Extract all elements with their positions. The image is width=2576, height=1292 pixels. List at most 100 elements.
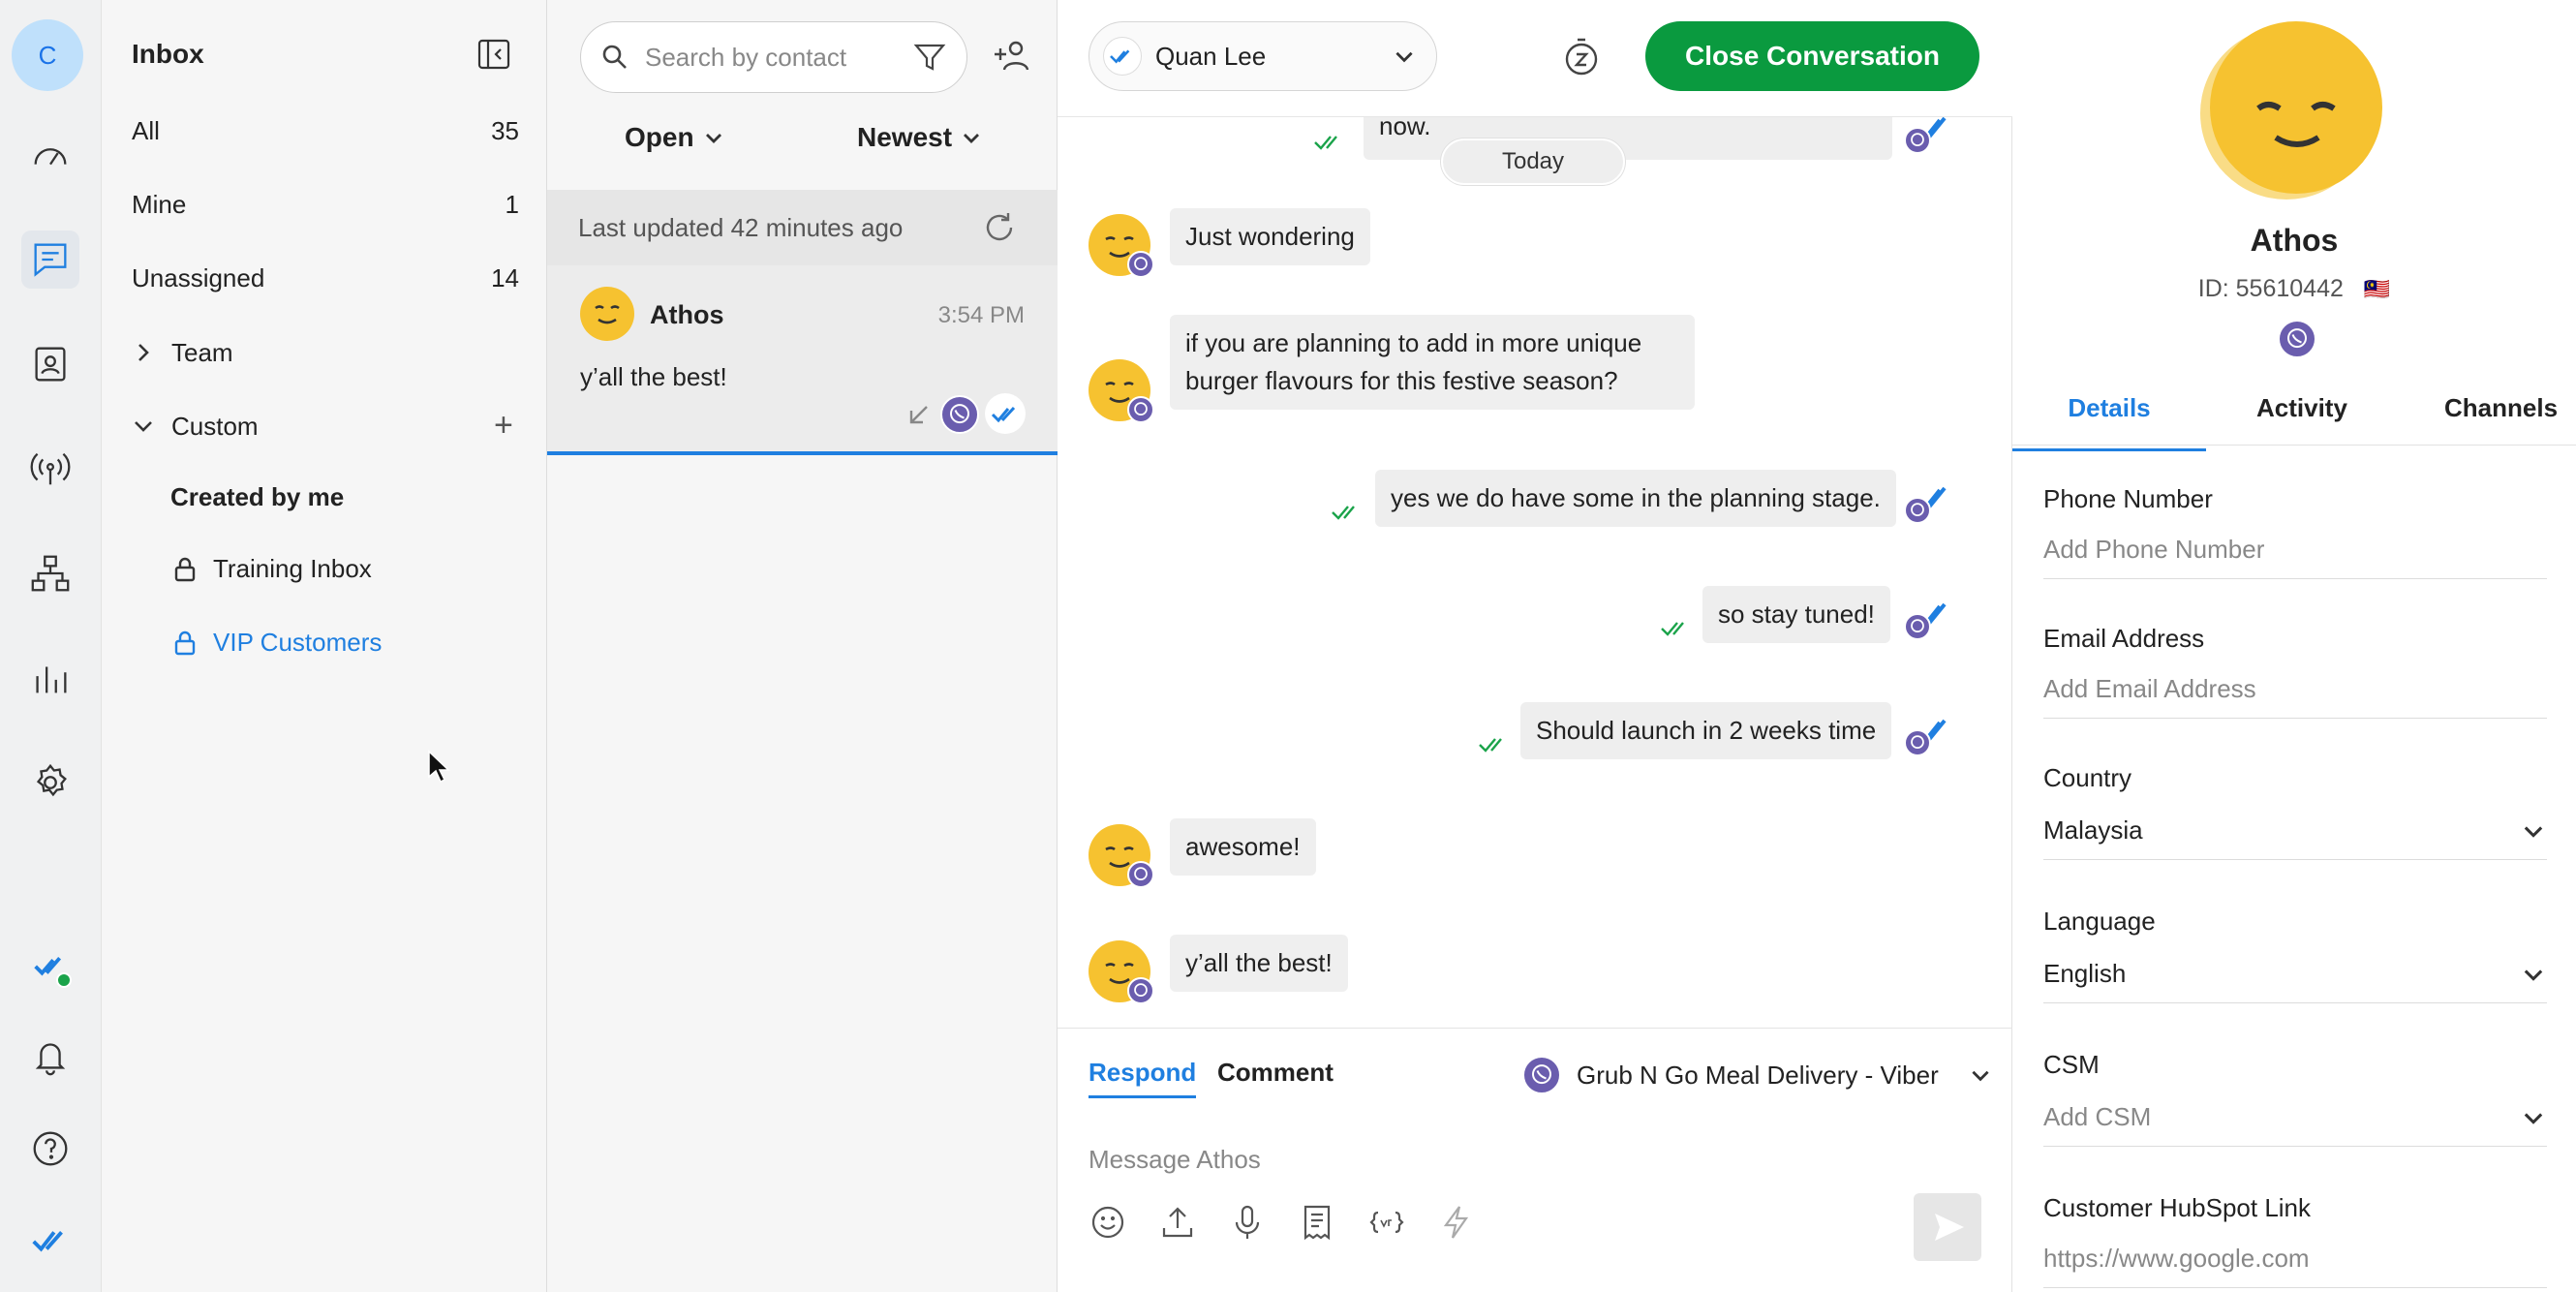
hubspot-field[interactable]: https://www.google.com xyxy=(2043,1244,2547,1288)
tab-channels[interactable]: Channels xyxy=(2444,393,2558,423)
custom-item-created-by-me[interactable]: Created by me xyxy=(170,482,344,512)
tab-comment[interactable]: Comment xyxy=(1217,1058,1334,1088)
inbox-item-all[interactable]: All 35 xyxy=(132,102,519,160)
send-button[interactable] xyxy=(1914,1193,1981,1261)
inbox-item-mine[interactable]: Mine 1 xyxy=(132,175,519,233)
reports-icon[interactable] xyxy=(21,649,79,707)
emoji-icon[interactable] xyxy=(1089,1203,1127,1242)
viber-icon xyxy=(1904,613,1931,640)
custom-item-training-inbox[interactable]: Training Inbox xyxy=(170,554,372,584)
chevron-down-icon xyxy=(135,421,152,432)
message-text: awesome! xyxy=(1185,832,1301,861)
sort-label: Newest xyxy=(857,122,953,152)
agent-avatar xyxy=(1103,37,1142,76)
tab-respond[interactable]: Respond xyxy=(1089,1058,1197,1098)
tab-details[interactable]: Details xyxy=(2012,393,2206,451)
microphone-icon[interactable] xyxy=(1228,1203,1267,1242)
viber-icon[interactable] xyxy=(2278,320,2316,358)
phone-field[interactable]: Add Phone Number xyxy=(2043,535,2547,579)
conversation-item[interactable]: Athos 3:54 PM y’all the best! xyxy=(547,265,1058,455)
contact-avatar xyxy=(1089,940,1154,1004)
filter-icon[interactable] xyxy=(912,40,947,75)
brand-logo-icon xyxy=(21,1211,79,1269)
viber-icon xyxy=(940,395,979,434)
inbox-panel: Inbox All 35 Mine 1 Unassigned 14 Team C… xyxy=(102,0,547,1292)
status-icon[interactable] xyxy=(21,936,79,994)
viber-icon xyxy=(1904,127,1931,154)
status-filter-dropdown[interactable]: Open xyxy=(625,122,725,153)
message-text: Just wondering xyxy=(1185,222,1355,251)
tab-activity[interactable]: Activity xyxy=(2256,393,2347,423)
last-updated-text: Last updated 42 minutes ago xyxy=(578,212,904,242)
csm-select[interactable]: Add CSM xyxy=(2043,1102,2547,1147)
chat-panel: Quan Lee Close Conversation now. Today J… xyxy=(1058,0,2012,1292)
contacts-icon[interactable] xyxy=(21,335,79,393)
custom-label: Custom xyxy=(171,411,259,441)
language-select[interactable]: English xyxy=(2043,959,2547,1003)
hubspot-label: Customer HubSpot Link xyxy=(2043,1193,2312,1222)
help-icon[interactable] xyxy=(21,1120,79,1178)
inbox-item-unassigned[interactable]: Unassigned 14 xyxy=(132,249,519,307)
add-custom-inbox-button[interactable]: + xyxy=(494,407,513,445)
chevron-down-icon xyxy=(2524,1112,2543,1124)
search-box[interactable] xyxy=(580,21,967,93)
phone-label: Phone Number xyxy=(2043,484,2213,513)
nav-rail: C xyxy=(0,0,102,1292)
viber-icon xyxy=(1127,861,1154,888)
settings-gear-icon[interactable] xyxy=(21,754,79,812)
close-conversation-button[interactable]: Close Conversation xyxy=(1645,21,1979,91)
message-input[interactable] xyxy=(1089,1145,1941,1175)
conversation-time: 3:54 PM xyxy=(937,302,1025,328)
add-contact-icon[interactable] xyxy=(991,35,1033,77)
viber-icon xyxy=(1127,977,1154,1004)
variable-icon[interactable] xyxy=(1367,1203,1406,1242)
contact-avatar xyxy=(1089,824,1154,888)
conversation-list: Open Newest Last updated 42 minutes ago … xyxy=(547,0,1058,1292)
inbox-title: Inbox xyxy=(132,39,204,69)
custom-section[interactable]: Custom xyxy=(133,397,443,455)
channel-dropdown[interactable]: Grub N Go Meal Delivery - Viber xyxy=(1522,1056,1993,1094)
broadcast-icon[interactable] xyxy=(21,440,79,498)
lock-icon xyxy=(174,557,196,581)
upload-icon[interactable] xyxy=(1158,1203,1197,1242)
sort-dropdown[interactable]: Newest xyxy=(857,122,983,153)
hubspot-value: https://www.google.com xyxy=(2043,1244,2310,1273)
search-input[interactable] xyxy=(645,42,897,73)
send-icon xyxy=(1935,1214,1964,1241)
inbox-item-count: 35 xyxy=(491,115,519,145)
lock-icon xyxy=(174,631,196,655)
template-icon[interactable] xyxy=(1298,1203,1336,1242)
message-bubble-in: y’all the best! xyxy=(1170,935,1348,992)
custom-item-vip-customers[interactable]: VIP Customers xyxy=(170,628,382,658)
assignee-dropdown[interactable]: Quan Lee xyxy=(1089,21,1437,91)
workflows-icon[interactable] xyxy=(21,544,79,602)
message-text: now. xyxy=(1379,117,1431,140)
collapse-panel-icon[interactable] xyxy=(476,37,511,72)
conversations-icon[interactable] xyxy=(21,231,79,289)
refresh-icon[interactable] xyxy=(980,208,1019,247)
dashboard-icon[interactable] xyxy=(21,126,79,184)
country-select[interactable]: Malaysia xyxy=(2043,815,2547,860)
user-avatar[interactable]: C xyxy=(12,19,83,91)
shortcut-bolt-icon[interactable] xyxy=(1437,1203,1476,1242)
chat-header: Quan Lee Close Conversation xyxy=(1058,0,2012,117)
language-value: English xyxy=(2043,959,2127,988)
contact-avatar xyxy=(1089,359,1154,423)
delivered-ticks-icon xyxy=(1314,136,1337,150)
team-section[interactable]: Team xyxy=(133,323,520,382)
email-field[interactable]: Add Email Address xyxy=(2043,674,2547,719)
contact-id-row: ID: 55610442 🇲🇾 xyxy=(2012,275,2576,303)
notifications-bell-icon[interactable] xyxy=(21,1027,79,1085)
chevron-down-icon xyxy=(1395,51,1413,63)
message-text: yes we do have some in the planning stag… xyxy=(1391,483,1881,512)
message-bubble-in: Just wondering xyxy=(1170,208,1370,265)
custom-item-label: VIP Customers xyxy=(213,628,383,657)
agent-avatar xyxy=(985,393,1026,434)
contact-avatar-large xyxy=(2210,21,2382,194)
conversation-preview: y’all the best! xyxy=(580,362,727,391)
country-label: Country xyxy=(2043,763,2132,792)
contact-tabs: Details Activity Channels xyxy=(2012,366,2576,451)
inbox-item-label: Unassigned xyxy=(132,262,265,292)
snooze-timer-icon[interactable] xyxy=(1561,37,1602,77)
chevron-down-icon xyxy=(705,134,721,143)
